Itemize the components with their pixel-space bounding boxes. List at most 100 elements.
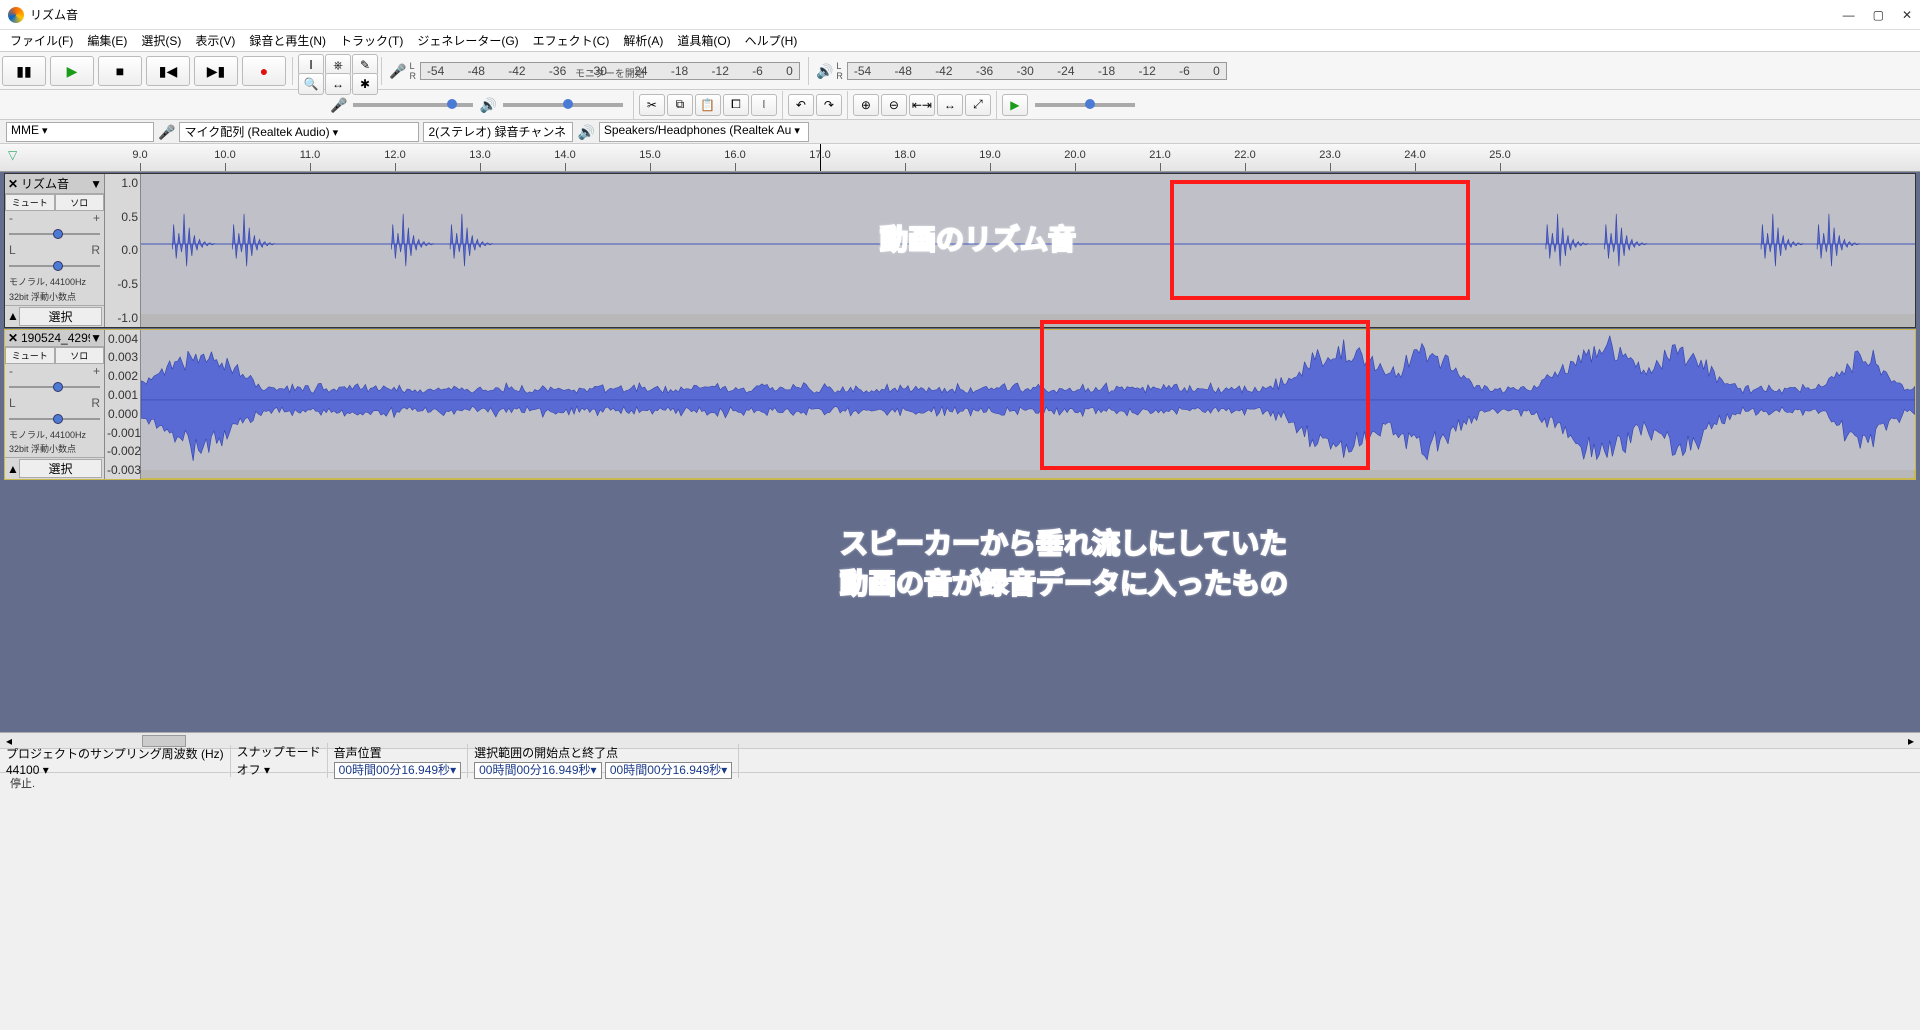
zoom-tool[interactable]: 🔍 [298,73,324,95]
track-2-gain-slider[interactable] [9,380,100,394]
record-button[interactable]: ● [242,56,286,86]
copy-icon: ⧉ [676,97,685,112]
tools-grid: Ⅰ ⎈ ✎ 🔍 ↔ ✱ [297,52,377,89]
zoom-toggle-button[interactable]: ⤢ [965,94,991,116]
paste-button[interactable]: 📋 [695,94,721,116]
timeshift-tool[interactable]: ↔ [325,73,351,95]
snap-select[interactable]: オフ ▾ [237,761,297,778]
track-area: ✕リズム音▼ ミュートソロ -+ LR モノラル, 44100Hz 32bit … [0,172,1920,732]
channels-select[interactable]: 2(ステレオ) 録音チャンネル ▾ [423,122,573,142]
skip-end-button[interactable]: ▶▮ [194,56,238,86]
speed-slider[interactable] [1035,103,1135,107]
timeshift-icon: ↔ [332,77,344,91]
track-2-panel: ✕190524_4299▼ ミュートソロ -+ LR モノラル, 44100Hz… [5,330,105,480]
fit-selection-button[interactable]: ⇤⇥ [909,94,935,116]
play-speed-icon: ▶ [1010,98,1019,112]
stop-icon: ■ [116,64,124,78]
transport-toolbar: ▮▮ ▶ ■ ▮◀ ▶▮ ● Ⅰ ⎈ ✎ 🔍 ↔ ✱ 🎤 LR モニターを開始 … [0,52,1920,90]
menu-view[interactable]: 表示(V) [189,30,241,51]
recording-meter[interactable]: モニターを開始 -54-48-42-36-30-24-18-12-60 [420,62,800,80]
menu-analyze[interactable]: 解析(A) [617,30,669,51]
pause-button[interactable]: ▮▮ [2,56,46,86]
rec-meter-ticks: -54-48-42-36-30-24-18-12-60 [421,63,799,79]
selection-start[interactable]: 00時間00分16.949秒▾ [474,762,601,779]
track-2-pan-slider[interactable] [9,412,100,426]
track-2-vscale: 0.0040.0030.0020.0010.000-0.001-0.002-0.… [105,330,141,480]
menu-tracks[interactable]: トラック(T) [334,30,409,51]
stop-button[interactable]: ■ [98,56,142,86]
output-device-select[interactable]: Speakers/Headphones (Realtek Au ▾ [599,122,809,142]
play-button[interactable]: ▶ [50,56,94,86]
audio-position[interactable]: 00時間00分16.949秒▾ [334,762,461,779]
zoom-in-button[interactable]: ⊕ [853,94,879,116]
track-1-mute[interactable]: ミュート [5,194,55,211]
fit-project-button[interactable]: ↔ [937,94,963,116]
mic-icon: 🎤 [389,64,406,78]
sample-rate-label: プロジェクトのサンプリング周波数 (Hz) [6,745,224,762]
redo-button[interactable]: ↷ [816,94,842,116]
undo-icon: ↶ [796,98,806,112]
undo-button[interactable]: ↶ [788,94,814,116]
zoom-icon: 🔍 [304,77,319,91]
selection-toolbar: プロジェクトのサンプリング周波数 (Hz) 44100 ▾ スナップモード オフ… [0,748,1920,772]
track-1-collapse[interactable]: ▲ [7,309,19,323]
mixer-toolbar: 🎤 🔊 ✂ ⧉ 📋 ⧠ ⧙ ↶ ↷ ⊕ ⊖ ⇤⇥ ↔ ⤢ ▶ [0,90,1920,120]
cut-icon: ✂ [647,98,657,112]
track-2-mute[interactable]: ミュート [5,347,55,364]
track-2-select[interactable]: 選択 [19,459,102,478]
play-icon: ▶ [67,64,78,78]
selection-label: 選択範囲の開始点と終了点 [474,744,732,761]
menu-file[interactable]: ファイル(F) [4,30,79,51]
track-1-panel: ✕リズム音▼ ミュートソロ -+ LR モノラル, 44100Hz 32bit … [5,174,105,327]
track-1-menu[interactable]: ▼ [90,177,102,191]
menu-tools[interactable]: 道具箱(O) [671,30,736,51]
track-1-info2: 32bit 浮動小数点 [5,290,104,305]
track-1-select[interactable]: 選択 [19,307,102,326]
track-2-menu[interactable]: ▼ [90,331,102,345]
play-meter-ticks: -54-48-42-36-30-24-18-12-60 [848,63,1226,79]
track-2-solo[interactable]: ソロ [55,347,105,364]
multi-tool[interactable]: ✱ [352,73,378,95]
pause-icon: ▮▮ [16,64,31,78]
maximize-button[interactable]: ▢ [1873,8,1884,22]
menu-transport[interactable]: 録音と再生(N) [243,30,332,51]
track-2: ✕190524_4299▼ ミュートソロ -+ LR モノラル, 44100Hz… [4,329,1916,481]
window-title: リズム音 [30,6,78,23]
track-1-solo[interactable]: ソロ [55,194,105,211]
titlebar: リズム音 ― ▢ ✕ [0,0,1920,30]
play-at-speed-button[interactable]: ▶ [1002,94,1028,116]
track-1-gain-slider[interactable] [9,227,100,241]
envelope-icon: ⎈ [333,58,343,73]
app-logo [8,7,24,23]
timeline-ruler[interactable]: ▽ 9.010.011.012.013.014.015.016.017.018.… [0,144,1920,172]
track-2-close[interactable]: ✕ [7,331,19,345]
input-device-select[interactable]: マイク配列 (Realtek Audio) ▾ [179,122,419,142]
menu-select[interactable]: 選択(S) [135,30,187,51]
close-button[interactable]: ✕ [1902,8,1912,22]
cut-button[interactable]: ✂ [639,94,665,116]
mic-vol-icon: 🎤 [330,98,347,112]
play-volume-slider[interactable] [503,103,623,107]
minimize-button[interactable]: ― [1843,8,1855,22]
playback-meter[interactable]: -54-48-42-36-30-24-18-12-60 [847,62,1227,80]
silence-button[interactable]: ⧙ [751,94,777,116]
track-2-collapse[interactable]: ▲ [7,462,19,476]
zoom-out-button[interactable]: ⊖ [881,94,907,116]
track-1-close[interactable]: ✕ [7,177,19,191]
audio-host-select[interactable]: MME ▾ [6,122,154,142]
track-1-pan-slider[interactable] [9,259,100,273]
track-2-waveform[interactable] [141,330,1915,470]
copy-button[interactable]: ⧉ [667,94,693,116]
track-1-waveform[interactable] [141,174,1915,314]
selection-end[interactable]: 00時間00分16.949秒▾ [605,762,732,779]
menu-edit[interactable]: 編集(E) [81,30,133,51]
skip-start-icon: ▮◀ [159,64,177,78]
speaker-device-icon: 🔊 [577,125,594,139]
skip-start-button[interactable]: ▮◀ [146,56,190,86]
menu-generate[interactable]: ジェネレーター(G) [411,30,524,51]
menu-effect[interactable]: エフェクト(C) [527,30,616,51]
rec-volume-slider[interactable] [353,103,473,107]
trim-button[interactable]: ⧠ [723,94,749,116]
scroll-right-icon[interactable]: ▸ [1908,734,1914,748]
menu-help[interactable]: ヘルプ(H) [739,30,804,51]
